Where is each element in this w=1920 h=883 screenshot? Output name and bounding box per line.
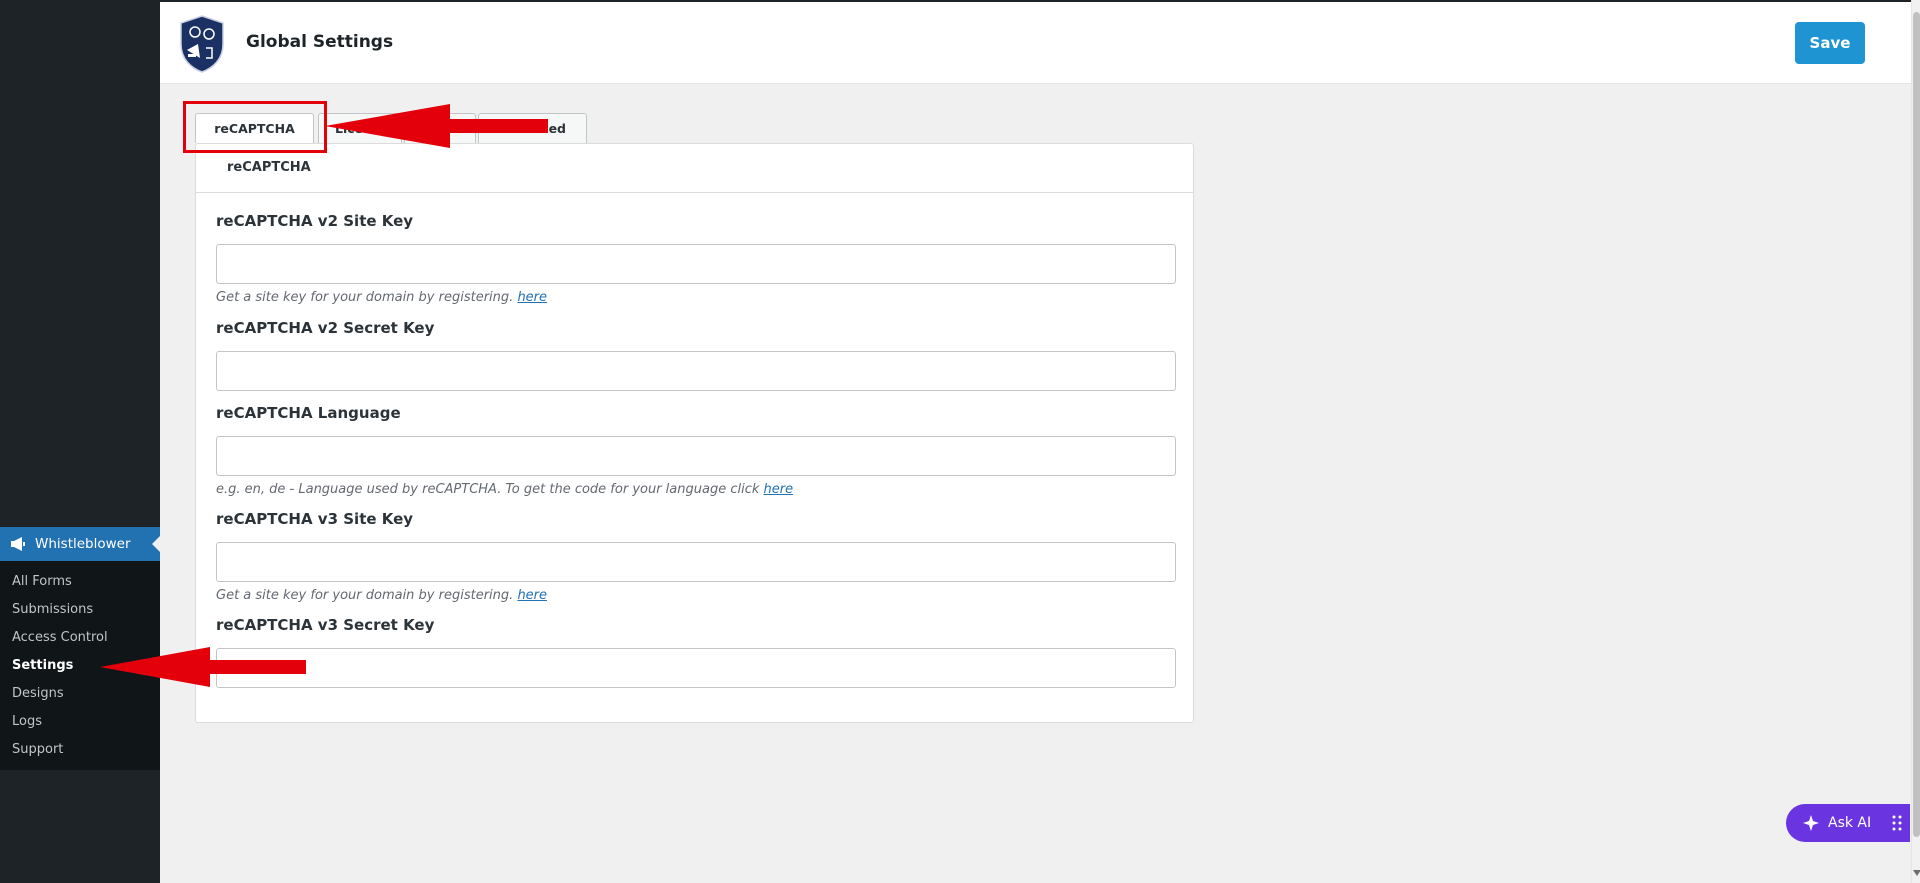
field-help: e.g. en, de - Language used by reCAPTCHA… [216, 482, 1176, 497]
sidebar-menu-label: Whistleblower [35, 536, 131, 552]
page-scrollbar[interactable] [1911, 0, 1920, 883]
field-v2-site-key: reCAPTCHA v2 Site Key Get a site key for… [216, 212, 1176, 305]
v2-secret-key-input[interactable] [216, 351, 1176, 391]
field-help: Get a site key for your domain by regist… [216, 588, 1176, 603]
register-link[interactable]: here [517, 290, 547, 305]
register-link[interactable]: here [517, 588, 547, 603]
help-text: e.g. en, de - Language used by reCAPTCHA… [216, 482, 760, 497]
annotation-highlight-box [183, 101, 327, 153]
field-language: reCAPTCHA Language e.g. en, de - Languag… [216, 404, 1176, 497]
save-button[interactable]: Save [1795, 22, 1865, 64]
page-title: Global Settings [246, 32, 394, 52]
field-label: reCAPTCHA v3 Secret Key [216, 616, 435, 634]
v3-secret-key-input[interactable] [216, 648, 1176, 688]
v2-site-key-input[interactable] [216, 244, 1176, 284]
field-label: reCAPTCHA v3 Site Key [216, 510, 414, 528]
megaphone-icon [11, 537, 25, 551]
annotation-arrow-tabs [325, 104, 548, 148]
help-text: Get a site key for your domain by regist… [216, 290, 514, 305]
ask-ai-label: Ask AI [1828, 815, 1872, 831]
shield-logo-icon [180, 15, 224, 73]
field-label: reCAPTCHA Language [216, 404, 401, 422]
help-text: Get a site key for your domain by regist… [216, 588, 514, 603]
language-code-link[interactable]: here [764, 482, 794, 497]
ask-ai-button[interactable]: Ask AI [1786, 804, 1910, 842]
sidebar-item-whistleblower[interactable]: Whistleblower [0, 527, 160, 561]
sparkle-icon [1803, 815, 1819, 831]
field-help: Get a site key for your domain by regist… [216, 290, 1176, 305]
field-label: reCAPTCHA v2 Site Key [216, 212, 414, 230]
scroll-down-arrow[interactable] [1913, 870, 1920, 876]
sidebar-item-submissions[interactable]: Submissions [0, 596, 160, 624]
sidebar-item-support[interactable]: Support [0, 736, 160, 764]
sidebar-item-all-forms[interactable]: All Forms [0, 568, 160, 596]
field-v3-site-key: reCAPTCHA v3 Site Key Get a site key for… [216, 510, 1176, 603]
settings-panel: reCAPTCHA reCAPTCHA v2 Site Key Get a si… [195, 143, 1194, 723]
scrollbar-thumb[interactable] [1913, 12, 1920, 837]
field-v2-secret-key: reCAPTCHA v2 Secret Key [216, 319, 1176, 391]
current-menu-indicator [152, 536, 160, 552]
v3-site-key-input[interactable] [216, 542, 1176, 582]
language-input[interactable] [216, 436, 1176, 476]
plugin-header: Global Settings Save [160, 2, 1911, 84]
panel-heading: reCAPTCHA [196, 144, 1193, 193]
annotation-arrow-settings [100, 647, 306, 687]
field-v3-secret-key: reCAPTCHA v3 Secret Key [216, 616, 1176, 688]
field-label: reCAPTCHA v2 Secret Key [216, 319, 435, 337]
sidebar-item-logs[interactable]: Logs [0, 708, 160, 736]
drag-handle-icon[interactable] [1892, 815, 1902, 831]
